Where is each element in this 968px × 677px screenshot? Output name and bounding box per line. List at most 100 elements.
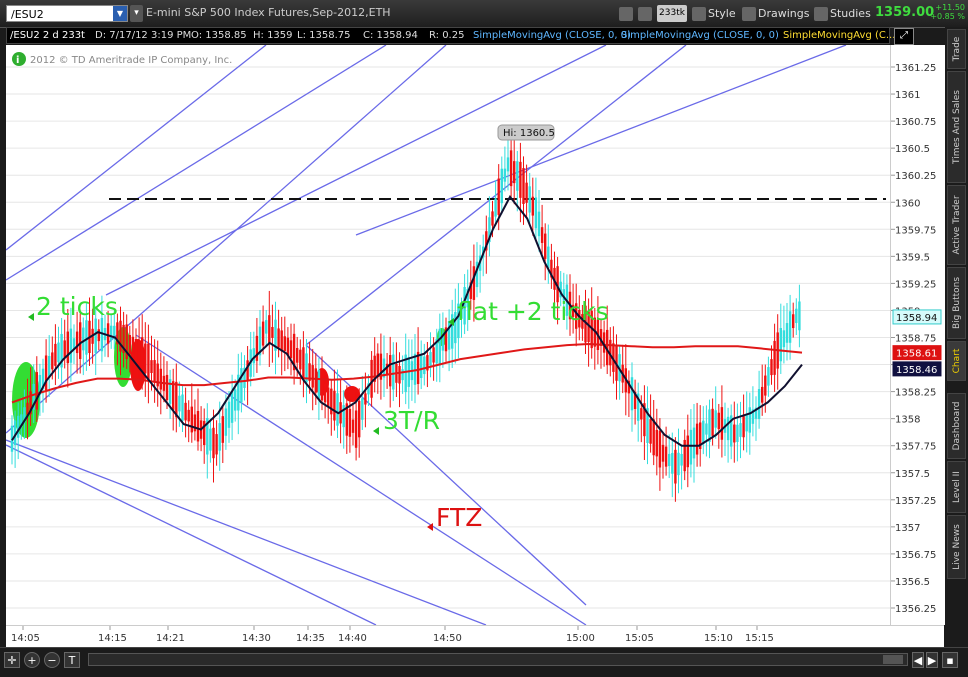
info-icon[interactable]: ▾ bbox=[130, 5, 143, 22]
candle-body bbox=[525, 182, 528, 203]
candle-body bbox=[348, 408, 352, 437]
trend-line bbox=[6, 45, 387, 281]
candle-body bbox=[531, 196, 534, 216]
sidebar-tab-big-buttons[interactable]: Big Buttons bbox=[947, 267, 966, 339]
bar-range: R: 0.25 bbox=[429, 30, 465, 41]
candle-body bbox=[358, 400, 361, 438]
y-tick-label: 1361.25 bbox=[895, 63, 936, 74]
crosshair-icon[interactable] bbox=[619, 5, 635, 22]
candle-body bbox=[370, 359, 373, 398]
sidebar-tab-times-and-sales[interactable]: Times And Sales bbox=[947, 71, 966, 183]
y-tick-label: 1358 bbox=[895, 415, 920, 426]
candle-body bbox=[423, 356, 426, 375]
annotation-ftz: FTZ bbox=[427, 503, 482, 532]
scrollbar-thumb[interactable] bbox=[883, 655, 903, 664]
zoom-out-icon[interactable]: − bbox=[44, 652, 60, 668]
candle-body bbox=[224, 408, 228, 436]
x-tick-label: 14:15 bbox=[98, 633, 127, 644]
candle-body bbox=[398, 365, 401, 384]
candle-body bbox=[172, 381, 175, 410]
candle-body bbox=[392, 354, 395, 390]
chart-canvas[interactable]: i 2012 © TD Ameritrade IP Company, Inc. … bbox=[6, 45, 890, 625]
scroll-left-icon[interactable]: ◀ bbox=[912, 652, 924, 668]
candle-body bbox=[175, 381, 178, 418]
candle-body bbox=[128, 335, 131, 355]
price-chart[interactable]: i 2012 © TD Ameritrade IP Company, Inc. … bbox=[6, 45, 890, 625]
arrow-icon bbox=[373, 427, 379, 435]
style-menu[interactable]: Style bbox=[692, 5, 736, 22]
candle-body bbox=[736, 424, 739, 442]
candle-body bbox=[389, 355, 392, 387]
x-tick-label: 15:05 bbox=[625, 633, 654, 644]
candle-body bbox=[240, 368, 243, 403]
wrench-icon[interactable] bbox=[638, 5, 654, 22]
candle-body bbox=[131, 336, 135, 358]
study-sma-1[interactable]: SimpleMovingAvg (CLOSE, 0, 0) bbox=[473, 30, 631, 41]
chart-scrollbar[interactable] bbox=[88, 653, 908, 666]
drawings-menu[interactable]: Drawings bbox=[742, 5, 809, 22]
x-tick-label: 14:30 bbox=[242, 633, 271, 644]
text-tool-icon[interactable]: T bbox=[64, 652, 80, 668]
studies-menu[interactable]: Studies bbox=[814, 5, 871, 22]
candle-body bbox=[658, 430, 662, 468]
candle-body bbox=[689, 429, 693, 465]
y-tick-label: 1360.5 bbox=[895, 144, 930, 155]
svg-text:i: i bbox=[16, 55, 19, 66]
y-tick-label: 1359.25 bbox=[895, 279, 936, 290]
study-sma-3[interactable]: SimpleMovingAvg (C... bbox=[783, 30, 895, 41]
x-tick-label: 15:10 bbox=[704, 633, 733, 644]
candle-body bbox=[147, 343, 150, 382]
sidebar-tab-chart[interactable]: Chart bbox=[947, 341, 966, 381]
trend-lines bbox=[6, 45, 847, 625]
symbol-input[interactable]: /ESU2 ▼ bbox=[6, 5, 128, 22]
candle-body bbox=[519, 161, 522, 198]
candle-body bbox=[141, 337, 144, 375]
x-tick-label: 14:21 bbox=[156, 633, 185, 644]
sidebar-tab-dashboard[interactable]: Dashboard bbox=[947, 393, 966, 459]
candle-body bbox=[317, 369, 321, 400]
candle-body bbox=[785, 323, 789, 343]
aggregation-badge[interactable]: 233tk bbox=[657, 5, 687, 22]
sidebar-tab-trade[interactable]: Trade bbox=[947, 29, 966, 69]
candle-body bbox=[717, 412, 720, 430]
chart-expand-icon[interactable]: ⤢ bbox=[894, 28, 914, 45]
candle-body bbox=[48, 356, 51, 378]
zoom-in-icon[interactable]: + bbox=[24, 652, 40, 668]
scroll-right-icon[interactable]: ▶ bbox=[926, 652, 938, 668]
y-tick-label: 1359.75 bbox=[895, 225, 936, 236]
candle-body bbox=[537, 211, 541, 237]
candle-body bbox=[770, 359, 773, 376]
annotation-flat-2-ticks: flat +2 ticks bbox=[448, 297, 609, 326]
zoom-fit-icon[interactable]: ▪ bbox=[942, 652, 958, 668]
symbol-description: E-mini S&P 500 Index Futures,Sep-2012,ET… bbox=[146, 6, 391, 19]
candle-body bbox=[66, 331, 69, 364]
candle-body bbox=[795, 308, 798, 324]
study-sma-2[interactable]: SimpleMovingAvg (CLOSE, 0, 0) bbox=[621, 30, 779, 41]
chevron-down-icon[interactable]: ▼ bbox=[113, 6, 127, 21]
candle-body bbox=[714, 410, 717, 428]
candle-body bbox=[429, 352, 432, 366]
bar-high: H: 1359 bbox=[253, 30, 293, 41]
candle-body bbox=[764, 375, 767, 396]
candle-body bbox=[159, 368, 162, 390]
candle-body bbox=[677, 452, 680, 476]
bar-close: C: 1358.94 bbox=[363, 30, 418, 41]
candle-body bbox=[327, 387, 330, 408]
trend-line bbox=[355, 45, 847, 236]
candle-body bbox=[311, 365, 314, 388]
sidebar-tab-active-trader[interactable]: Active Trader bbox=[947, 185, 966, 265]
sidebar-tab-live-news[interactable]: Live News bbox=[947, 515, 966, 579]
candle-body bbox=[726, 416, 730, 441]
candle-body bbox=[190, 406, 193, 433]
candle-body bbox=[711, 408, 714, 436]
pan-icon[interactable]: ✛ bbox=[4, 652, 20, 668]
sidebar-tab-level-ii[interactable]: Level II bbox=[947, 461, 966, 513]
candle-body bbox=[683, 439, 686, 472]
price-axis[interactable]: 1361.25 1361 1360.75 1360.5 1360.25 1360 1359.… bbox=[890, 45, 945, 625]
candle-body bbox=[680, 453, 683, 466]
candle-body bbox=[361, 398, 364, 420]
candle-body bbox=[757, 389, 761, 420]
candle-body bbox=[85, 320, 88, 355]
candle-body bbox=[280, 330, 283, 352]
time-axis[interactable]: 14:05 14:15 14:21 14:30 14:35 14:40 14:50 15:00… bbox=[6, 625, 944, 648]
